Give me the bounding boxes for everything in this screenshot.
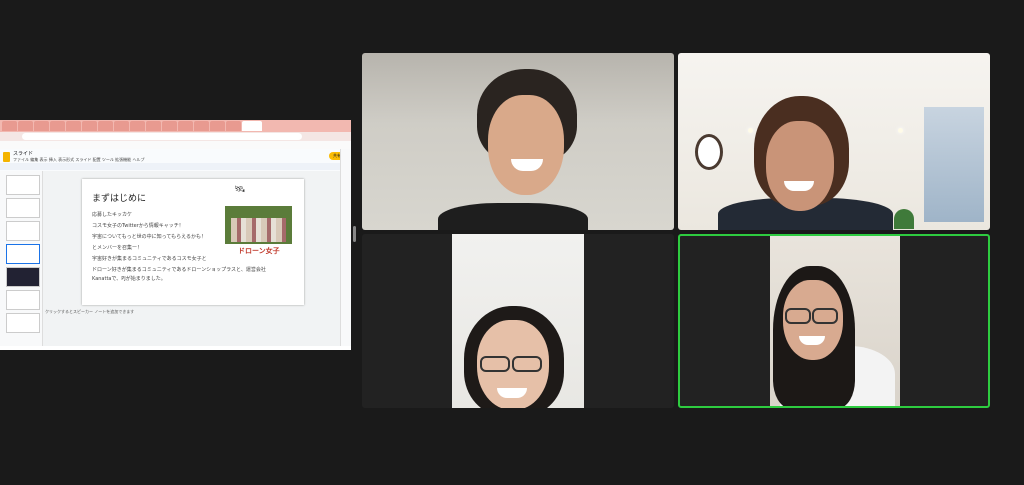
splitter-handle[interactable]	[353, 226, 356, 242]
slide-thumbnail[interactable]	[6, 267, 40, 287]
slide-title: まずはじめに	[92, 194, 147, 204]
slide-thumbnail[interactable]	[6, 221, 40, 241]
glasses-icon	[812, 308, 838, 324]
url-field[interactable]	[22, 133, 302, 140]
slide-thumbnail[interactable]	[6, 175, 40, 195]
slide-thumbnail[interactable]	[6, 290, 40, 310]
photo-people	[231, 218, 286, 242]
glasses-icon	[785, 308, 811, 324]
room-window	[924, 107, 984, 222]
browser-tab[interactable]	[162, 121, 177, 131]
participant-face	[766, 121, 834, 211]
browser-tab[interactable]	[146, 121, 161, 131]
ceiling-lamp	[748, 128, 753, 133]
participant-video	[770, 236, 900, 406]
browser-tab[interactable]	[50, 121, 65, 131]
slide-thumbnail[interactable]	[6, 198, 40, 218]
slide-thumbnail-selected[interactable]	[6, 244, 40, 264]
browser-tab[interactable]	[2, 121, 17, 131]
browser-tab[interactable]	[210, 121, 225, 131]
satellite-icon: 🛰	[234, 185, 246, 195]
wall-clock	[695, 134, 723, 170]
slide-logo: ドローン女子	[238, 247, 280, 255]
browser-tab[interactable]	[226, 121, 241, 131]
slide-text-line: 宇宙についてもっと世の中に知ってもらえるかも！	[92, 234, 206, 240]
participant-face	[488, 95, 564, 195]
browser-tabstrip	[0, 120, 351, 132]
side-panel	[340, 149, 351, 346]
browser-tab[interactable]	[66, 121, 81, 131]
slide-text-line: Kanattaで、PJが始まりました。	[92, 276, 166, 282]
shared-screen: スライド ファイル 編集 表示 挿入 表示形式 スライド 配置 ツール 拡張機能…	[0, 120, 351, 350]
browser-tab[interactable]	[178, 121, 193, 131]
slides-logo-icon[interactable]	[3, 152, 10, 162]
glasses-icon	[480, 356, 510, 372]
browser-tab[interactable]	[82, 121, 97, 131]
browser-tab-active[interactable]	[242, 121, 262, 131]
browser-tab[interactable]	[114, 121, 129, 131]
browser-tab[interactable]	[34, 121, 49, 131]
slide-thumbnail[interactable]	[6, 313, 40, 333]
slide-text-line: ドローン好きが集まるコミュニティであるドローンショップラスと、運営会社	[92, 267, 266, 273]
slide-text-line: コスモ女子のTwitterから情報キャッチ！	[92, 223, 184, 229]
video-tile-participant-1[interactable]	[362, 53, 674, 230]
browser-tab[interactable]	[18, 121, 33, 131]
slide-text-line: 宇宙好きが集まるコミュニティであるコスモ女子と	[92, 256, 207, 262]
browser-tab[interactable]	[194, 121, 209, 131]
video-tile-participant-4-active[interactable]	[678, 234, 990, 408]
browser-tab[interactable]	[130, 121, 145, 131]
glasses-icon	[512, 356, 542, 372]
slide-text-line: 応募したキッカケ	[92, 212, 133, 218]
participant-body	[438, 203, 588, 230]
address-bar	[0, 132, 351, 141]
browser-tab[interactable]	[98, 121, 113, 131]
slide-filmstrip	[0, 171, 43, 346]
doc-title[interactable]: スライド	[13, 150, 33, 157]
current-slide[interactable]: 🛰 まずはじめに 応募したキッカケ コスモ女子のTwitterから情報キャッチ！…	[82, 179, 304, 305]
video-tile-participant-2[interactable]	[678, 53, 990, 230]
slides-toolbar	[0, 163, 351, 170]
participant-video	[452, 234, 584, 408]
slide-group-photo	[225, 206, 292, 244]
speaker-notes[interactable]: クリックするとスピーカー ノートを追加できます	[45, 309, 134, 315]
video-tile-participant-3[interactable]	[362, 234, 674, 408]
plant	[894, 209, 914, 229]
ceiling-lamp	[898, 128, 903, 133]
slide-canvas: 🛰 まずはじめに 応募したキッカケ コスモ女子のTwitterから情報キャッチ！…	[43, 171, 340, 346]
slide-text-line: とメンバーを召集ー！	[92, 245, 143, 251]
